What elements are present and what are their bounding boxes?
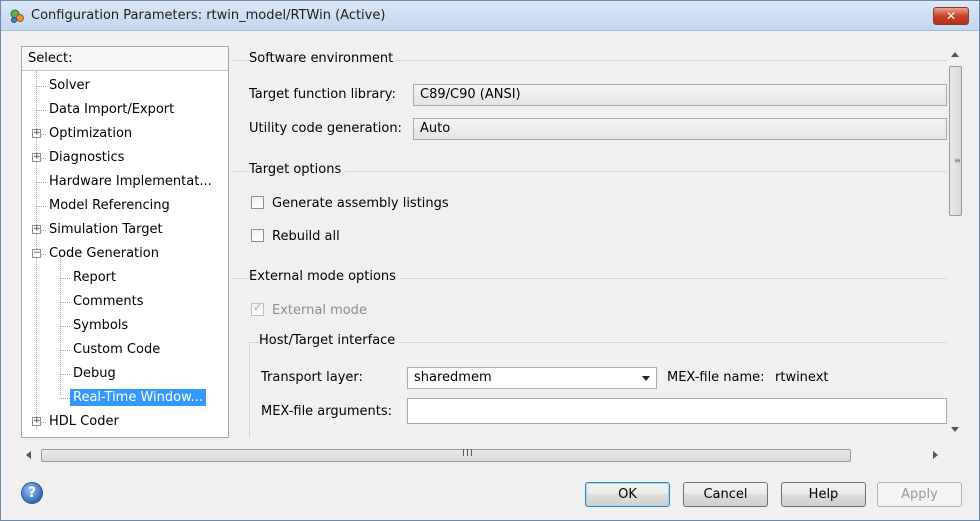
mex-file-arguments-input[interactable] (407, 398, 947, 424)
expand-plus-icon[interactable]: + (32, 225, 41, 234)
tree-item-label: Data Import/Export (49, 102, 175, 117)
vertical-scroll-thumb[interactable]: ≡ (949, 66, 962, 216)
tree-item[interactable]: Diagnostics (46, 147, 127, 169)
utility-code-generation-dropdown[interactable]: Auto (413, 118, 947, 140)
scroll-right-arrow-icon[interactable] (933, 451, 938, 459)
tree-item[interactable]: Data Import/Export (46, 99, 177, 121)
tree-connector-line (60, 326, 70, 327)
horizontal-scrollbar[interactable]: III (21, 447, 947, 464)
tree-header: Select: (22, 47, 228, 71)
tree-connector-line (36, 110, 46, 111)
target-function-library-dropdown[interactable]: C89/C90 (ANSI) (413, 84, 947, 106)
scroll-down-arrow-icon[interactable] (951, 427, 959, 432)
tree-item-label: Report (73, 270, 117, 285)
tree-item[interactable]: Hardware Implementat... (46, 171, 215, 193)
grip-icon: ≡ (954, 156, 961, 165)
tree-item[interactable]: Real-Time Window... (70, 387, 206, 409)
window-title: Configuration Parameters: rtwin_model/RT… (31, 8, 386, 23)
external-mode-options-title: External mode options (249, 269, 400, 284)
tree-item[interactable]: Optimization (46, 123, 135, 145)
tree-item-label: Optimization (49, 126, 133, 141)
mex-file-name-value: rtwinext (775, 370, 829, 385)
tree-item-label: Code Generation (49, 246, 159, 261)
tree-item[interactable]: HDL Coder (46, 411, 122, 433)
rebuild-all-label: Rebuild all (272, 229, 340, 244)
tree-connector-line (60, 302, 70, 303)
mex-file-arguments-label: MEX-file arguments: (261, 404, 393, 419)
target-function-library-value: C89/C90 (ANSI) (420, 87, 521, 102)
expand-plus-icon[interactable]: + (32, 417, 41, 426)
external-mode-label: External mode (272, 303, 367, 318)
utility-code-generation-label: Utility code generation: (249, 121, 402, 136)
horizontal-scroll-thumb[interactable]: III (41, 448, 851, 462)
host-target-interface-title: Host/Target interface (259, 333, 400, 348)
utility-code-generation-value: Auto (420, 121, 451, 136)
tree-connector-line (36, 182, 46, 183)
tree-item[interactable]: Report (70, 267, 119, 289)
config-parameters-window: Configuration Parameters: rtwin_model/RT… (0, 0, 980, 521)
tree-item[interactable]: Custom Code (70, 339, 163, 361)
tree-item-label: Debug (73, 366, 116, 381)
target-options-title: Target options (249, 162, 346, 177)
collapse-minus-icon[interactable]: − (32, 249, 41, 258)
transport-layer-value: sharedmem (414, 370, 492, 385)
tree-item-label: Solver (49, 78, 90, 93)
rebuild-all-checkbox[interactable] (251, 229, 264, 242)
tree-connector-line (60, 350, 70, 351)
grip-icon: III (462, 448, 474, 459)
apply-button[interactable]: Apply (877, 482, 962, 507)
dropdown-arrow-icon (642, 376, 650, 381)
scroll-up-arrow-icon[interactable] (951, 52, 959, 57)
software-environment-title: Software environment (249, 51, 398, 66)
rebuild-all-option[interactable]: Rebuild all (251, 229, 340, 244)
tree-item-label: Real-Time Window... (70, 389, 206, 406)
tree-item-label: Simulation Target (49, 222, 163, 237)
tree-item-label: Hardware Implementat... (49, 174, 212, 189)
help-question-icon[interactable]: ? (21, 482, 43, 504)
expand-plus-icon[interactable]: + (32, 129, 41, 138)
external-mode-option: External mode (251, 301, 367, 318)
external-mode-checkbox (251, 301, 264, 316)
tree-connector-line (60, 278, 70, 279)
tree-item-label: Symbols (73, 318, 129, 333)
target-function-library-label: Target function library: (249, 87, 396, 102)
tree-connector-line (60, 374, 70, 375)
mex-file-name-label: MEX-file name: (667, 370, 765, 385)
scroll-left-arrow-icon[interactable] (26, 451, 31, 459)
vertical-scrollbar[interactable]: ≡ (947, 46, 964, 438)
generate-assembly-listings-label: Generate assembly listings (272, 196, 449, 211)
expand-plus-icon[interactable]: + (32, 153, 41, 162)
tree-item-label: HDL Coder (49, 414, 119, 429)
tree-item[interactable]: Solver (46, 75, 93, 97)
transport-layer-label: Transport layer: (261, 370, 363, 385)
title-bar: Configuration Parameters: rtwin_model/RT… (1, 1, 979, 31)
tree-connector-line (36, 206, 46, 207)
tree-item[interactable]: Model Referencing (46, 195, 173, 217)
tree-item[interactable]: Comments (70, 291, 146, 313)
tree-item-label: Comments (73, 294, 144, 309)
close-button[interactable]: ✕ (933, 7, 969, 25)
tree-item-label: Diagnostics (49, 150, 125, 165)
tree-item[interactable]: Code Generation (46, 243, 162, 265)
cancel-button[interactable]: Cancel (683, 482, 768, 507)
tree-item[interactable]: Debug (70, 363, 119, 385)
simulink-app-icon (10, 9, 24, 23)
generate-assembly-listings-option[interactable]: Generate assembly listings (251, 196, 449, 211)
tree-connector-line (60, 398, 70, 399)
tree-item-label: Custom Code (73, 342, 161, 357)
settings-pane: Software environment Target function lib… (233, 46, 947, 438)
generate-assembly-listings-checkbox[interactable] (251, 196, 264, 209)
tree-item[interactable]: Simulation Target (46, 219, 166, 241)
tree-item-label: Model Referencing (49, 198, 170, 213)
tree-item[interactable]: Symbols (70, 315, 131, 337)
tree-connector-line (36, 86, 46, 87)
transport-layer-dropdown[interactable]: sharedmem (407, 367, 657, 389)
help-button[interactable]: Help (781, 482, 866, 507)
category-tree: Select: Solver Data Import/Export Optimiza… (21, 46, 229, 438)
ok-button[interactable]: OK (585, 482, 670, 507)
